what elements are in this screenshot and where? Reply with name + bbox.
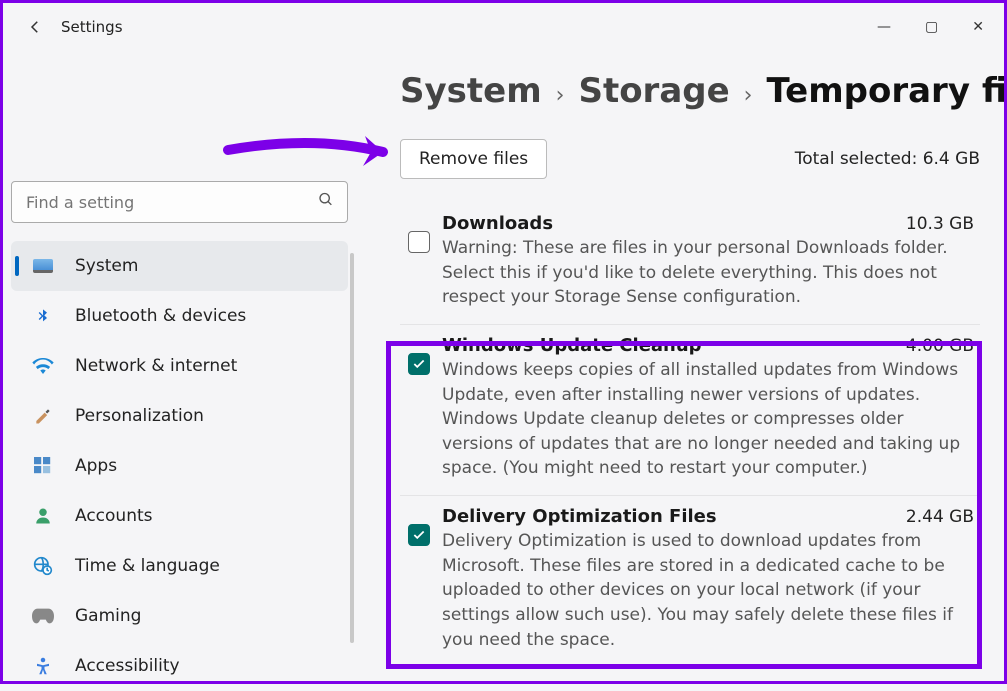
file-description: Delivery Optimization is used to downloa…	[442, 529, 974, 652]
back-button[interactable]	[15, 18, 55, 36]
file-description: Windows keeps copies of all installed up…	[442, 358, 974, 481]
gamepad-icon	[31, 604, 55, 628]
breadcrumb: System › Storage › Temporary files	[400, 71, 980, 111]
sidebar-item-personalization[interactable]: Personalization	[11, 391, 348, 441]
sidebar-item-label: Accessibility	[75, 656, 180, 676]
sidebar: System Bluetooth & devices Network & int…	[3, 51, 356, 681]
file-description: Warning: These are files in your persona…	[442, 236, 974, 310]
file-list: Downloads 10.3 GB Warning: These are fil…	[400, 203, 980, 666]
file-row-windows-update-cleanup[interactable]: Windows Update Cleanup 4.00 GB Windows k…	[400, 325, 980, 496]
file-title: Downloads	[442, 213, 553, 234]
brush-icon	[31, 404, 55, 428]
bluetooth-icon	[31, 304, 55, 328]
search-container	[11, 181, 348, 223]
file-row-downloads[interactable]: Downloads 10.3 GB Warning: These are fil…	[400, 203, 980, 325]
file-title: Delivery Optimization Files	[442, 506, 717, 527]
search-input[interactable]	[11, 181, 348, 223]
page-title: Temporary files	[766, 71, 1004, 111]
maximize-button[interactable]: ▢	[925, 20, 938, 34]
sidebar-item-label: Time & language	[75, 556, 220, 576]
breadcrumb-system[interactable]: System	[400, 71, 542, 111]
file-size: 4.00 GB	[906, 336, 974, 356]
sidebar-item-label: Accounts	[75, 506, 153, 526]
display-icon	[31, 254, 55, 278]
sidebar-item-label: Apps	[75, 456, 117, 476]
action-row: Remove files Total selected: 6.4 GB	[400, 139, 980, 179]
total-selected-text: Total selected: 6.4 GB	[795, 149, 980, 169]
sidebar-item-label: Bluetooth & devices	[75, 306, 246, 326]
checkbox-delivery-optimization[interactable]	[408, 524, 430, 546]
sidebar-scrollbar[interactable]	[350, 253, 354, 643]
apps-icon	[31, 454, 55, 478]
chevron-right-icon: ›	[556, 83, 565, 108]
file-title: Windows Update Cleanup	[442, 335, 702, 356]
minimize-button[interactable]: —	[877, 20, 891, 34]
accessibility-icon	[31, 654, 55, 678]
breadcrumb-storage[interactable]: Storage	[578, 71, 729, 111]
sidebar-item-bluetooth[interactable]: Bluetooth & devices	[11, 291, 348, 341]
window-controls: — ▢ ✕	[877, 20, 992, 34]
sidebar-item-system[interactable]: System	[11, 241, 348, 291]
checkbox-downloads[interactable]	[408, 231, 430, 253]
sidebar-item-label: Personalization	[75, 406, 204, 426]
globe-clock-icon	[31, 554, 55, 578]
chevron-right-icon: ›	[744, 83, 753, 108]
person-icon	[31, 504, 55, 528]
window-title: Settings	[61, 18, 123, 36]
sidebar-item-apps[interactable]: Apps	[11, 441, 348, 491]
sidebar-item-gaming[interactable]: Gaming	[11, 591, 348, 641]
file-size: 10.3 GB	[906, 214, 974, 234]
close-button[interactable]: ✕	[972, 20, 984, 34]
sidebar-item-network[interactable]: Network & internet	[11, 341, 348, 391]
sidebar-item-accounts[interactable]: Accounts	[11, 491, 348, 541]
sidebar-item-label: Gaming	[75, 606, 141, 626]
nav-list: System Bluetooth & devices Network & int…	[11, 241, 348, 691]
file-row-delivery-optimization[interactable]: Delivery Optimization Files 2.44 GB Deli…	[400, 496, 980, 666]
sidebar-item-label: Network & internet	[75, 356, 237, 376]
main-content: System › Storage › Temporary files Remov…	[356, 51, 1004, 681]
checkbox-windows-update[interactable]	[408, 353, 430, 375]
wifi-icon	[31, 354, 55, 378]
sidebar-item-time[interactable]: Time & language	[11, 541, 348, 591]
file-size: 2.44 GB	[906, 507, 974, 527]
titlebar: Settings — ▢ ✕	[3, 3, 1004, 51]
remove-files-button[interactable]: Remove files	[400, 139, 547, 179]
search-icon	[318, 192, 334, 213]
sidebar-item-label: System	[75, 256, 138, 276]
